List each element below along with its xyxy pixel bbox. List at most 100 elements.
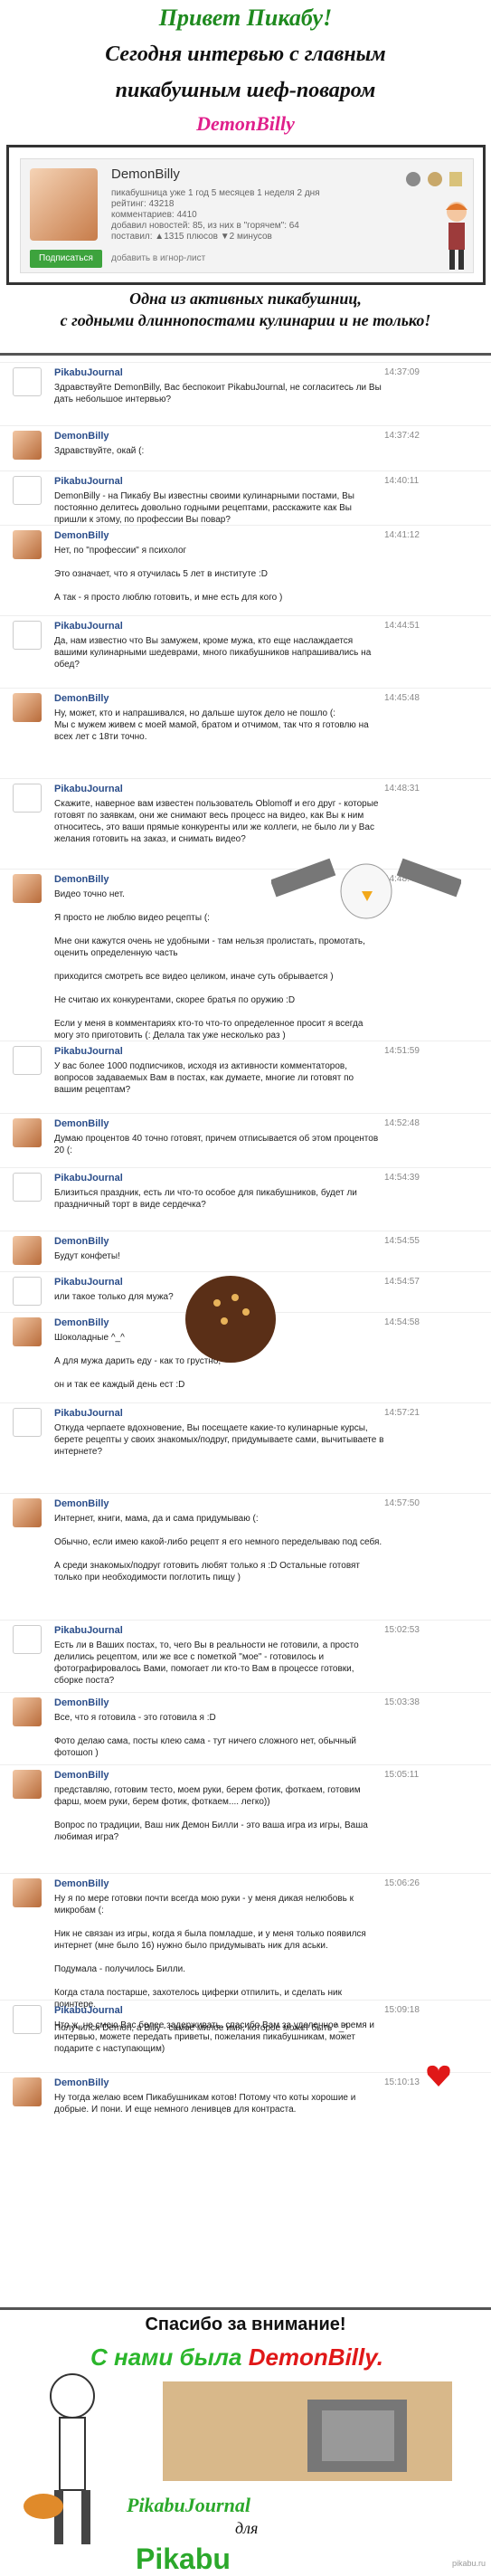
profile-info-line: поставил: ▲1315 плюсов ▼2 минусов bbox=[111, 232, 272, 242]
message-text: Нет, по "профессии" я психолог Это означ… bbox=[54, 546, 283, 603]
avatar[interactable] bbox=[13, 1498, 42, 1527]
chat-message: PikabuJournal 14:48:31 Скажите, наверное в… bbox=[0, 778, 491, 844]
message-author[interactable]: DemonBilly bbox=[54, 1236, 109, 1247]
chat-message: PikabuJournal 15:09:18 Что ж, не смею Вас … bbox=[0, 2000, 491, 2054]
message-text: представляю, готовим тесто, моем руки, б… bbox=[54, 1785, 368, 1842]
message-time: 14:52:48 bbox=[384, 1118, 420, 1128]
with-us-line: С нами была DemonBilly. bbox=[90, 2343, 491, 2372]
message-author[interactable]: PikabuJournal bbox=[54, 1046, 123, 1057]
message-author[interactable]: DemonBilly bbox=[54, 1770, 109, 1781]
avatar[interactable] bbox=[13, 476, 42, 505]
message-author[interactable]: DemonBilly bbox=[54, 1498, 109, 1509]
footer-pikabu-logo: Pikabu bbox=[136, 2543, 231, 2575]
message-author[interactable]: PikabuJournal bbox=[54, 784, 123, 794]
thanks-text: Спасибо за внимание! bbox=[145, 2315, 346, 2334]
grater-photo-icon bbox=[163, 2381, 452, 2481]
footer-for: для bbox=[235, 2519, 259, 2537]
message-time: 15:02:53 bbox=[384, 1625, 420, 1635]
chat-message: PikabuJournal 15:02:53 Есть ли в Ваших пос… bbox=[0, 1620, 491, 1686]
message-time: 14:41:12 bbox=[384, 530, 420, 540]
message-text: DemonBilly - на Пикабу Вы известны своим… bbox=[54, 491, 354, 525]
message-time: 15:06:26 bbox=[384, 1878, 420, 1888]
message-author[interactable]: DemonBilly bbox=[54, 431, 109, 442]
message-author[interactable]: DemonBilly bbox=[54, 1697, 109, 1708]
profile-name[interactable]: DemonBilly bbox=[111, 166, 180, 182]
subscribe-button[interactable]: Подписаться bbox=[30, 250, 102, 268]
footer-pikabujournal: PikabuJournal bbox=[127, 2494, 250, 2516]
message-author[interactable]: DemonBilly bbox=[54, 1317, 109, 1328]
avatar[interactable] bbox=[13, 2005, 42, 2034]
message-author[interactable]: PikabuJournal bbox=[54, 2005, 123, 2016]
message-author[interactable]: DemonBilly bbox=[54, 874, 109, 885]
avatar[interactable] bbox=[13, 1118, 42, 1147]
message-author[interactable]: PikabuJournal bbox=[54, 1173, 123, 1183]
avatar[interactable] bbox=[13, 1046, 42, 1075]
message-author[interactable]: PikabuJournal bbox=[54, 367, 123, 378]
message-text: Будут конфеты! bbox=[54, 1251, 120, 1261]
avatar[interactable] bbox=[13, 1697, 42, 1726]
meme-figure-icon bbox=[24, 2373, 95, 2544]
avatar[interactable] bbox=[13, 874, 42, 903]
avatar[interactable] bbox=[30, 168, 98, 241]
avatar[interactable] bbox=[13, 2077, 42, 2106]
message-author[interactable]: DemonBilly bbox=[54, 1878, 109, 1889]
avatar[interactable] bbox=[13, 693, 42, 722]
avatar[interactable] bbox=[13, 367, 42, 396]
chat-message: PikabuJournal 14:54:39 Близиться праздник,… bbox=[0, 1167, 491, 1210]
profile-inner: Подписаться DemonBilly пикабушница уже 1… bbox=[20, 158, 474, 273]
avatar[interactable] bbox=[13, 621, 42, 650]
profile-info-line: рейтинг: 43218 bbox=[111, 199, 175, 209]
chat-message: PikabuJournal 14:37:09 Здравствуйте DemonB… bbox=[0, 362, 491, 404]
avatar[interactable] bbox=[13, 1173, 42, 1202]
message-author[interactable]: PikabuJournal bbox=[54, 1277, 123, 1288]
divider bbox=[0, 353, 491, 356]
chat-message: PikabuJournal 14:44:51 Да, нам известно чт… bbox=[0, 615, 491, 670]
sub-heading: Одна из активных пикабушниц, с годными д… bbox=[0, 288, 491, 331]
avatar[interactable] bbox=[13, 1770, 42, 1799]
chat-message: DemonBilly 15:06:26 Ну я по мере готовки п… bbox=[0, 1873, 491, 2033]
message-author[interactable]: DemonBilly bbox=[54, 693, 109, 704]
avatar[interactable] bbox=[13, 1277, 42, 1306]
message-text: У вас более 1000 подписчиков, исходя из … bbox=[54, 1061, 354, 1095]
chat-message: DemonBilly 15:05:11 представляю, готовим т… bbox=[0, 1764, 491, 1842]
message-author[interactable]: DemonBilly bbox=[54, 1118, 109, 1129]
avatar[interactable] bbox=[13, 1625, 42, 1654]
credit: pikabu.ru bbox=[451, 2559, 486, 2568]
message-time: 14:37:42 bbox=[384, 431, 420, 441]
chocolate-candy-icon bbox=[185, 1276, 276, 1363]
message-time: 14:54:58 bbox=[384, 1317, 420, 1327]
message-author[interactable]: PikabuJournal bbox=[54, 476, 123, 487]
avatar[interactable] bbox=[13, 1317, 42, 1346]
avatar[interactable] bbox=[13, 1878, 42, 1907]
message-author[interactable]: PikabuJournal bbox=[54, 621, 123, 632]
message-time: 14:54:57 bbox=[384, 1277, 420, 1287]
ignore-link[interactable]: добавить в игнор-лист bbox=[111, 253, 205, 263]
header: Привет Пикабу! Сегодня интервью с главны… bbox=[0, 0, 491, 145]
message-time: 14:54:55 bbox=[384, 1236, 420, 1246]
medals-icon bbox=[406, 172, 462, 186]
message-text: Интернет, книги, мама, да и сама придумы… bbox=[54, 1514, 382, 1583]
avatar[interactable] bbox=[13, 1236, 42, 1265]
message-author[interactable]: PikabuJournal bbox=[54, 1625, 123, 1636]
avatar[interactable] bbox=[13, 1408, 42, 1437]
message-text: Ну тогда желаю всем Пикабушникам котов! … bbox=[54, 2093, 356, 2115]
divider bbox=[0, 2307, 491, 2310]
message-author[interactable]: DemonBilly bbox=[54, 2077, 109, 2088]
message-author[interactable]: DemonBilly bbox=[54, 530, 109, 541]
chat-message: DemonBilly 15:03:38 Все, что я готовила - … bbox=[0, 1692, 491, 1758]
message-time: 14:54:39 bbox=[384, 1173, 420, 1183]
cartoon-girl-icon bbox=[446, 202, 467, 270]
message-text: Что ж, не смею Вас более задерживать, сп… bbox=[54, 2020, 374, 2054]
sub-heading-line: с годными длиннопостами кулинарии и не т… bbox=[60, 311, 431, 329]
with-us-text: С нами была bbox=[90, 2343, 242, 2371]
message-text: Думаю процентов 40 точно готовят, причем… bbox=[54, 1134, 379, 1155]
avatar[interactable] bbox=[13, 431, 42, 460]
avatar[interactable] bbox=[13, 530, 42, 559]
header-line3: пикабушным шеф-поваром bbox=[115, 79, 376, 102]
sub-heading-line: Одна из активных пикабушниц, bbox=[129, 290, 362, 308]
message-author[interactable]: PikabuJournal bbox=[54, 1408, 123, 1419]
chat-message: DemonBilly 14:37:42 Здравствуйте, окай (: bbox=[0, 425, 491, 460]
message-text: Да, нам известно что Вы замужем, кроме м… bbox=[54, 636, 372, 670]
avatar[interactable] bbox=[13, 784, 42, 813]
header-line2: Сегодня интервью с главным bbox=[105, 43, 386, 66]
